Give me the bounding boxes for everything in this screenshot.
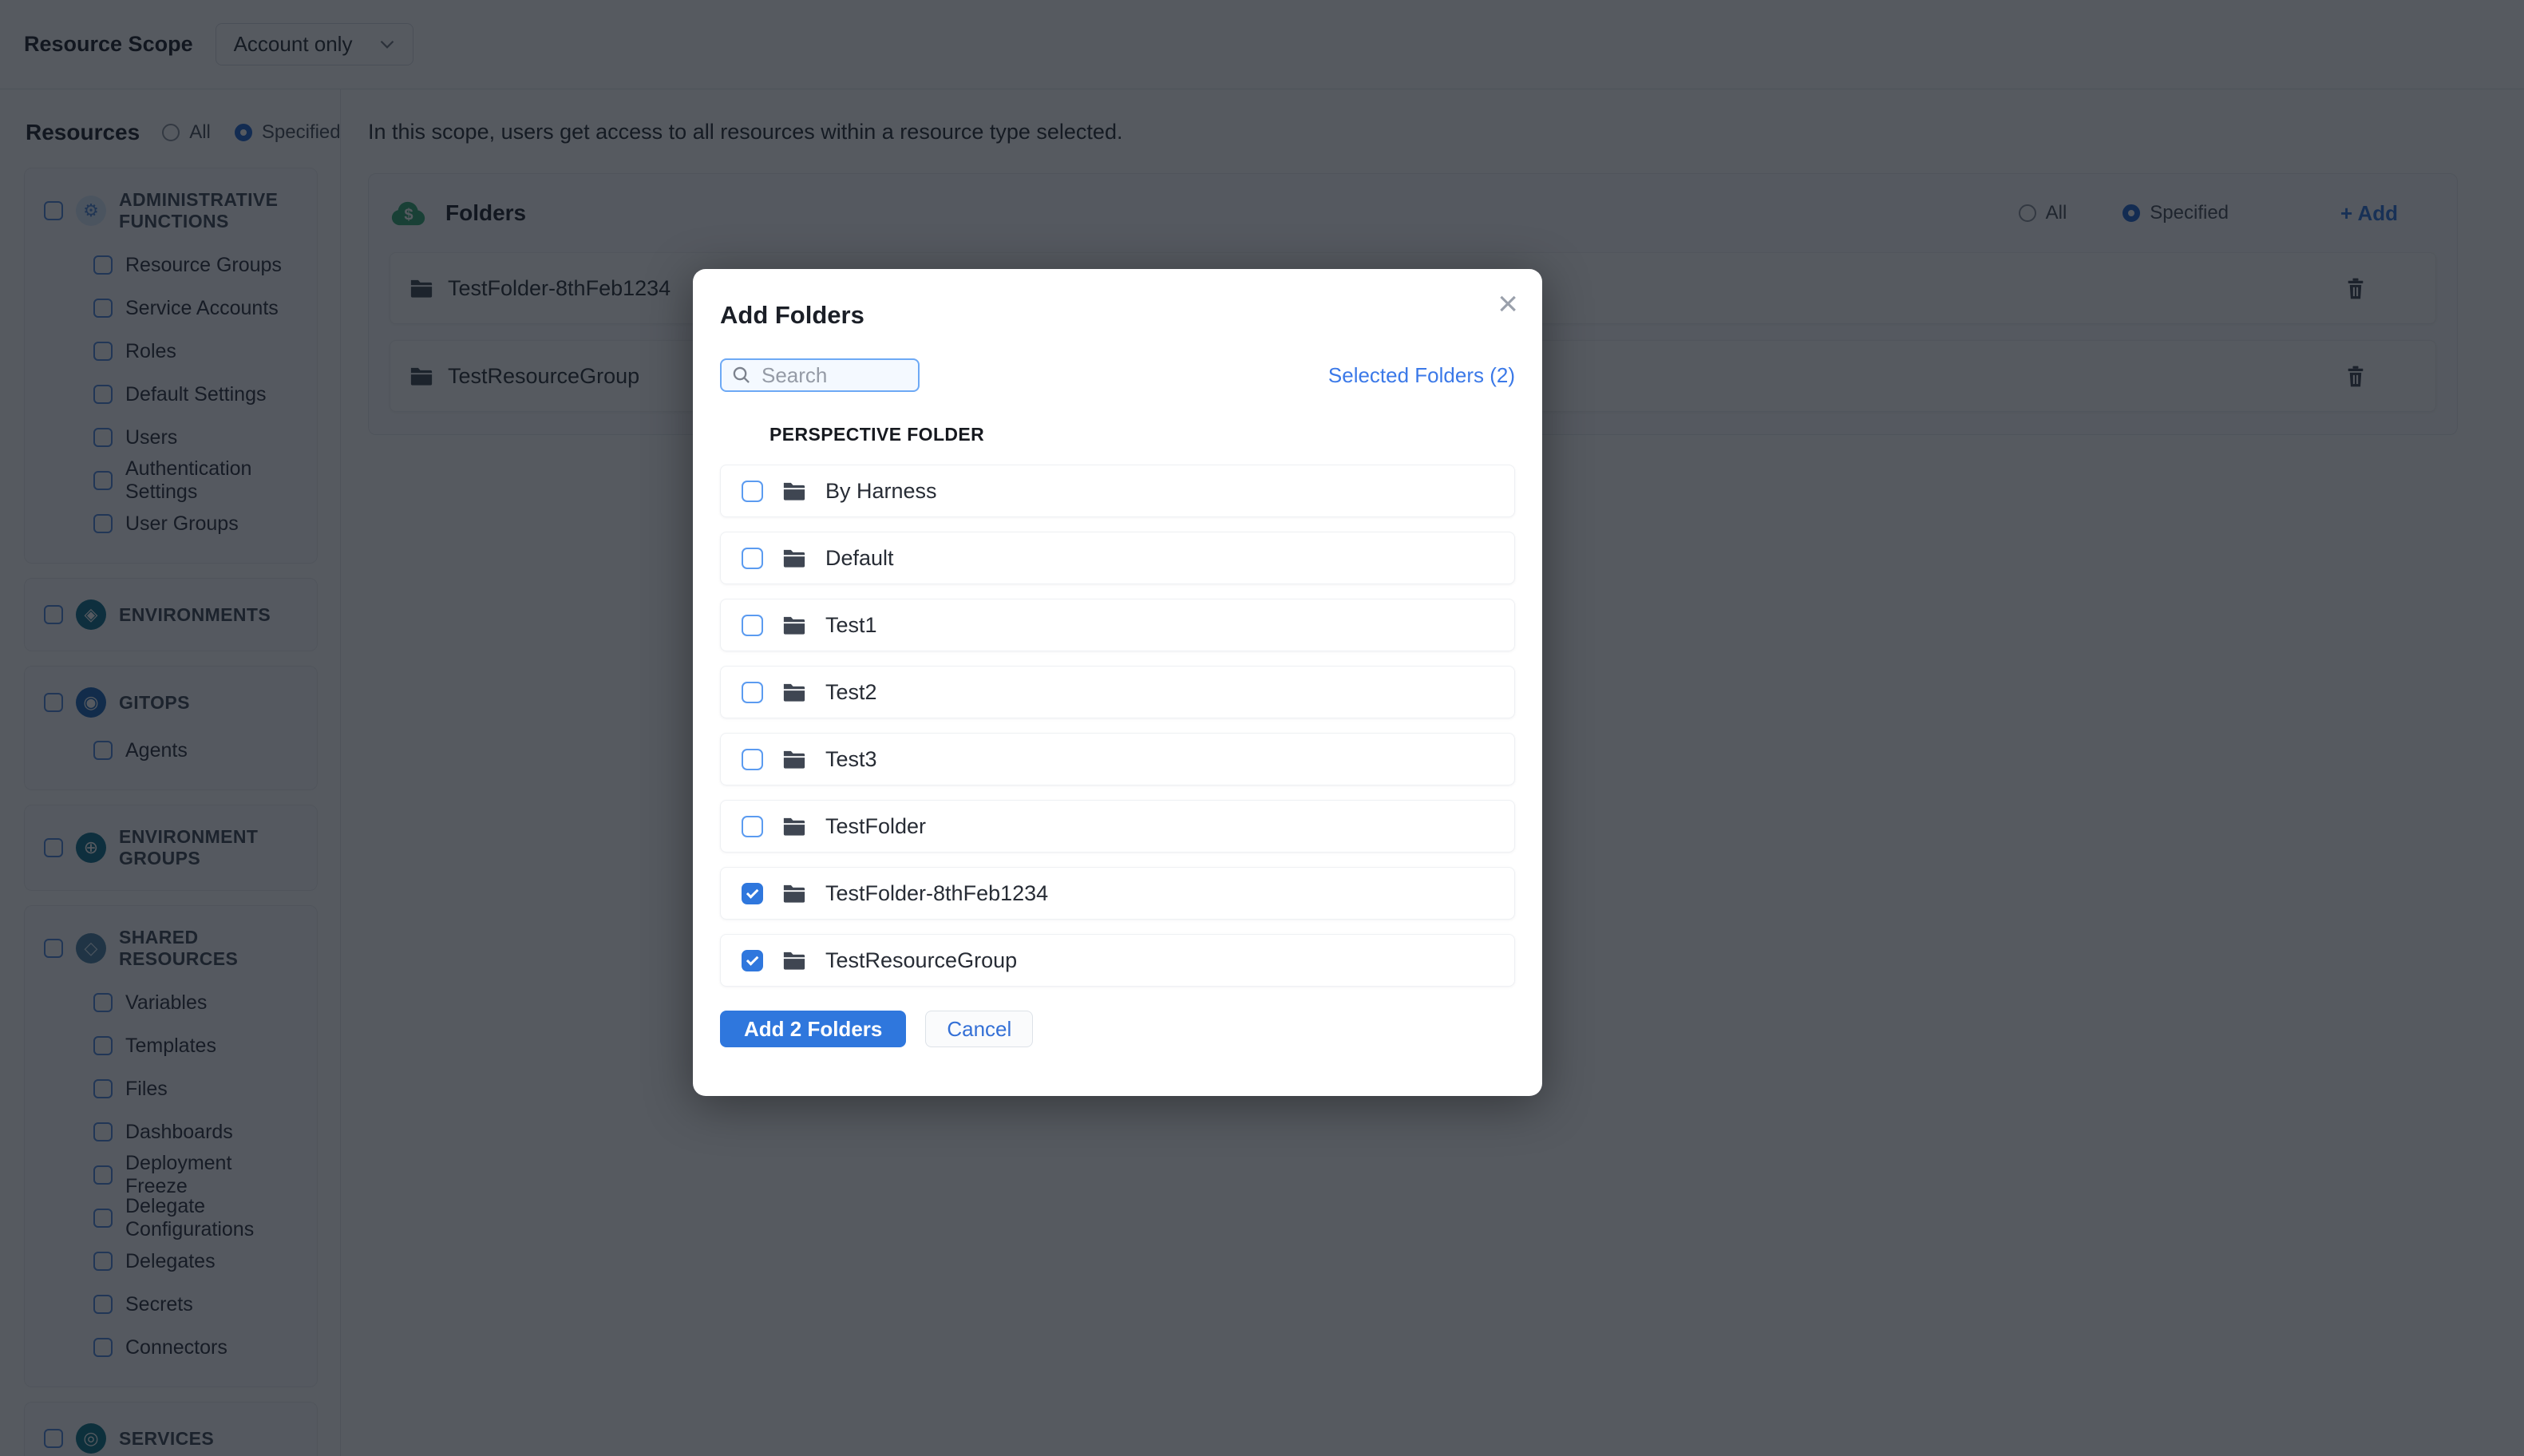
folder-icon [783, 683, 805, 702]
add-folders-button[interactable]: Add 2 Folders [720, 1011, 907, 1047]
modal-folder-row[interactable]: Test1 [720, 599, 1515, 651]
search-input[interactable] [762, 362, 905, 388]
cancel-button[interactable]: Cancel [925, 1011, 1034, 1047]
folder-icon [783, 616, 805, 635]
folder-icon [783, 482, 805, 500]
folder-icon [783, 884, 805, 903]
modal-folder-checkbox[interactable] [742, 949, 763, 971]
folder-icon [783, 952, 805, 970]
modal-folder-row[interactable]: By Harness [720, 465, 1515, 517]
column-header-perspective-folder: PERSPECTIVE FOLDER [769, 424, 985, 445]
modal-folder-checkbox[interactable] [742, 681, 763, 703]
modal-folder-checkbox[interactable] [742, 547, 763, 569]
modal-folder-row[interactable]: TestResourceGroup [720, 934, 1515, 987]
modal-folder-label: Test3 [825, 746, 877, 771]
modal-folder-label: Default [825, 545, 894, 570]
modal-title: Add Folders [720, 301, 864, 329]
modal-folder-label: By Harness [825, 478, 937, 503]
folder-icon [783, 750, 805, 769]
modal-folder-row[interactable]: TestFolder-8thFeb1234 [720, 867, 1515, 920]
modal-folder-checkbox[interactable] [742, 748, 763, 770]
modal-folder-row[interactable]: Test3 [720, 733, 1515, 785]
folder-icon [783, 817, 805, 836]
modal-folder-checkbox[interactable] [742, 614, 763, 636]
modal-folder-checkbox[interactable] [742, 882, 763, 904]
modal-folder-label: TestResourceGroup [825, 948, 1018, 972]
close-icon[interactable]: × [1497, 287, 1518, 322]
selected-folders-link[interactable]: Selected Folders (2) [1328, 363, 1515, 388]
modal-folder-checkbox[interactable] [742, 815, 763, 837]
modal-folder-row[interactable]: Default [720, 532, 1515, 584]
search-icon [733, 366, 750, 383]
modal-folder-row[interactable]: TestFolder [720, 800, 1515, 853]
add-folders-modal: × Add Folders Selected Folders (2) PERSP… [693, 269, 1542, 1096]
modal-folder-label: TestFolder-8thFeb1234 [825, 880, 1049, 905]
folder-icon [783, 549, 805, 568]
modal-folder-row[interactable]: Test2 [720, 666, 1515, 718]
page: Resource Scope Account only Resources Al… [0, 0, 2524, 1456]
modal-folder-checkbox[interactable] [742, 480, 763, 502]
modal-folder-label: TestFolder [825, 813, 927, 838]
search-box[interactable] [720, 358, 920, 392]
modal-folder-label: Test2 [825, 679, 877, 704]
modal-folder-label: Test1 [825, 612, 877, 637]
